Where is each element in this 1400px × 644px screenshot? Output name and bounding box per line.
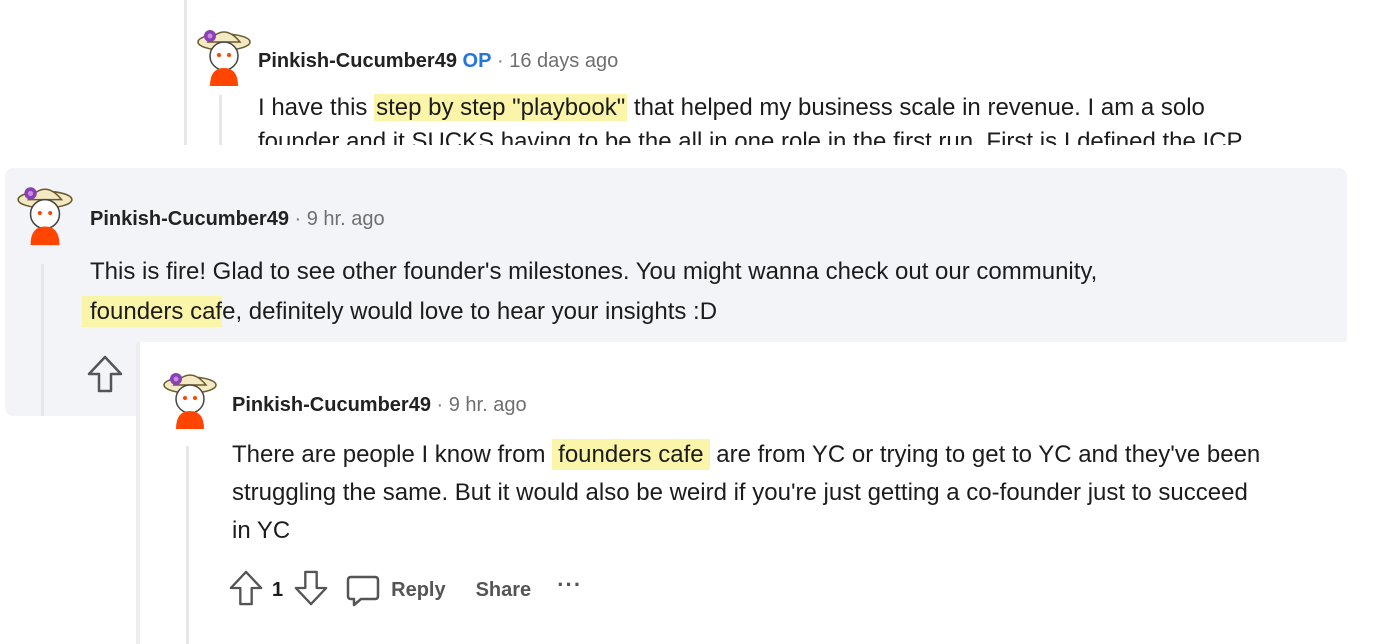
body-text: that helped my business scale in revenue…: [627, 94, 1205, 121]
highlighted-text: step by step "playbook": [374, 94, 628, 121]
op-badge: OP: [462, 50, 492, 72]
upvote-button[interactable]: [228, 568, 264, 613]
vote-count: 1: [272, 578, 284, 601]
avatar[interactable]: [194, 22, 254, 86]
top-comment: Pinkish-Cucumber49 OP · 16 days ago I ha…: [0, 0, 1400, 145]
comment-body: This is fire! Glad to see other founder'…: [82, 252, 1330, 332]
username[interactable]: Pinkish-Cucumber49: [258, 50, 457, 72]
downvote-button[interactable]: [293, 568, 329, 613]
body-text: are from YC or trying to get to YC and t…: [709, 441, 1261, 468]
avatar-icon: [163, 373, 217, 429]
body-text: There are people I know from: [232, 441, 553, 468]
username[interactable]: Pinkish-Cucumber49: [90, 208, 289, 230]
reply-button[interactable]: Reply: [345, 572, 446, 608]
ellipsis-icon: ···: [557, 572, 583, 597]
body-text: I have this: [258, 94, 375, 121]
comment-meta: Pinkish-Cucumber49 OP · 16 days ago: [258, 50, 618, 73]
timestamp[interactable]: 16 days ago: [509, 50, 618, 72]
arrow-up-icon: [87, 355, 123, 393]
separator: ·: [436, 394, 444, 416]
separator: ·: [496, 50, 504, 72]
thread-line[interactable]: [186, 446, 189, 644]
arrow-down-icon: [294, 570, 328, 605]
reply-label: Reply: [391, 578, 446, 601]
body-text: , definitely would love to hear your ins…: [235, 298, 718, 325]
comment-meta: Pinkish-Cucumber49 · 9 hr. ago: [232, 394, 527, 417]
comment-actions: 1 Reply Share ···: [228, 568, 582, 612]
timestamp[interactable]: 9 hr. ago: [449, 394, 527, 416]
thread-line[interactable]: [41, 264, 44, 416]
body-text: e: [222, 298, 236, 325]
body-line-3: in YC: [232, 517, 291, 544]
speech-bubble-icon: [346, 575, 380, 607]
share-label: Share: [475, 578, 532, 601]
comment-meta: Pinkish-Cucumber49 · 9 hr. ago: [90, 208, 385, 231]
comment-body: I have this step by step "playbook" that…: [258, 88, 1378, 145]
timestamp[interactable]: 9 hr. ago: [307, 208, 385, 230]
body-line-2: struggling the same. But it would also b…: [232, 479, 1248, 506]
body-line-2: founder and it SUCKS having to be the al…: [258, 128, 1243, 145]
thread-line[interactable]: [136, 342, 140, 644]
arrow-up-icon: [229, 570, 263, 605]
avatar[interactable]: [14, 178, 76, 246]
thread-line[interactable]: [219, 95, 222, 145]
avatar[interactable]: [160, 364, 220, 430]
share-button[interactable]: Share: [476, 579, 532, 602]
separator: ·: [294, 208, 302, 230]
body-line-1: This is fire! Glad to see other founder'…: [90, 258, 1098, 285]
avatar-icon: [17, 187, 73, 246]
username[interactable]: Pinkish-Cucumber49: [232, 394, 431, 416]
highlighted-text: founders caf: [82, 296, 223, 327]
upvote-button[interactable]: [86, 354, 124, 399]
thread-line[interactable]: [184, 0, 187, 145]
highlighted-text: founders cafe: [552, 439, 710, 470]
comment-body: There are people I know from founders ca…: [232, 436, 1392, 550]
avatar-icon: [197, 30, 251, 86]
more-options-button[interactable]: ···: [557, 572, 582, 598]
